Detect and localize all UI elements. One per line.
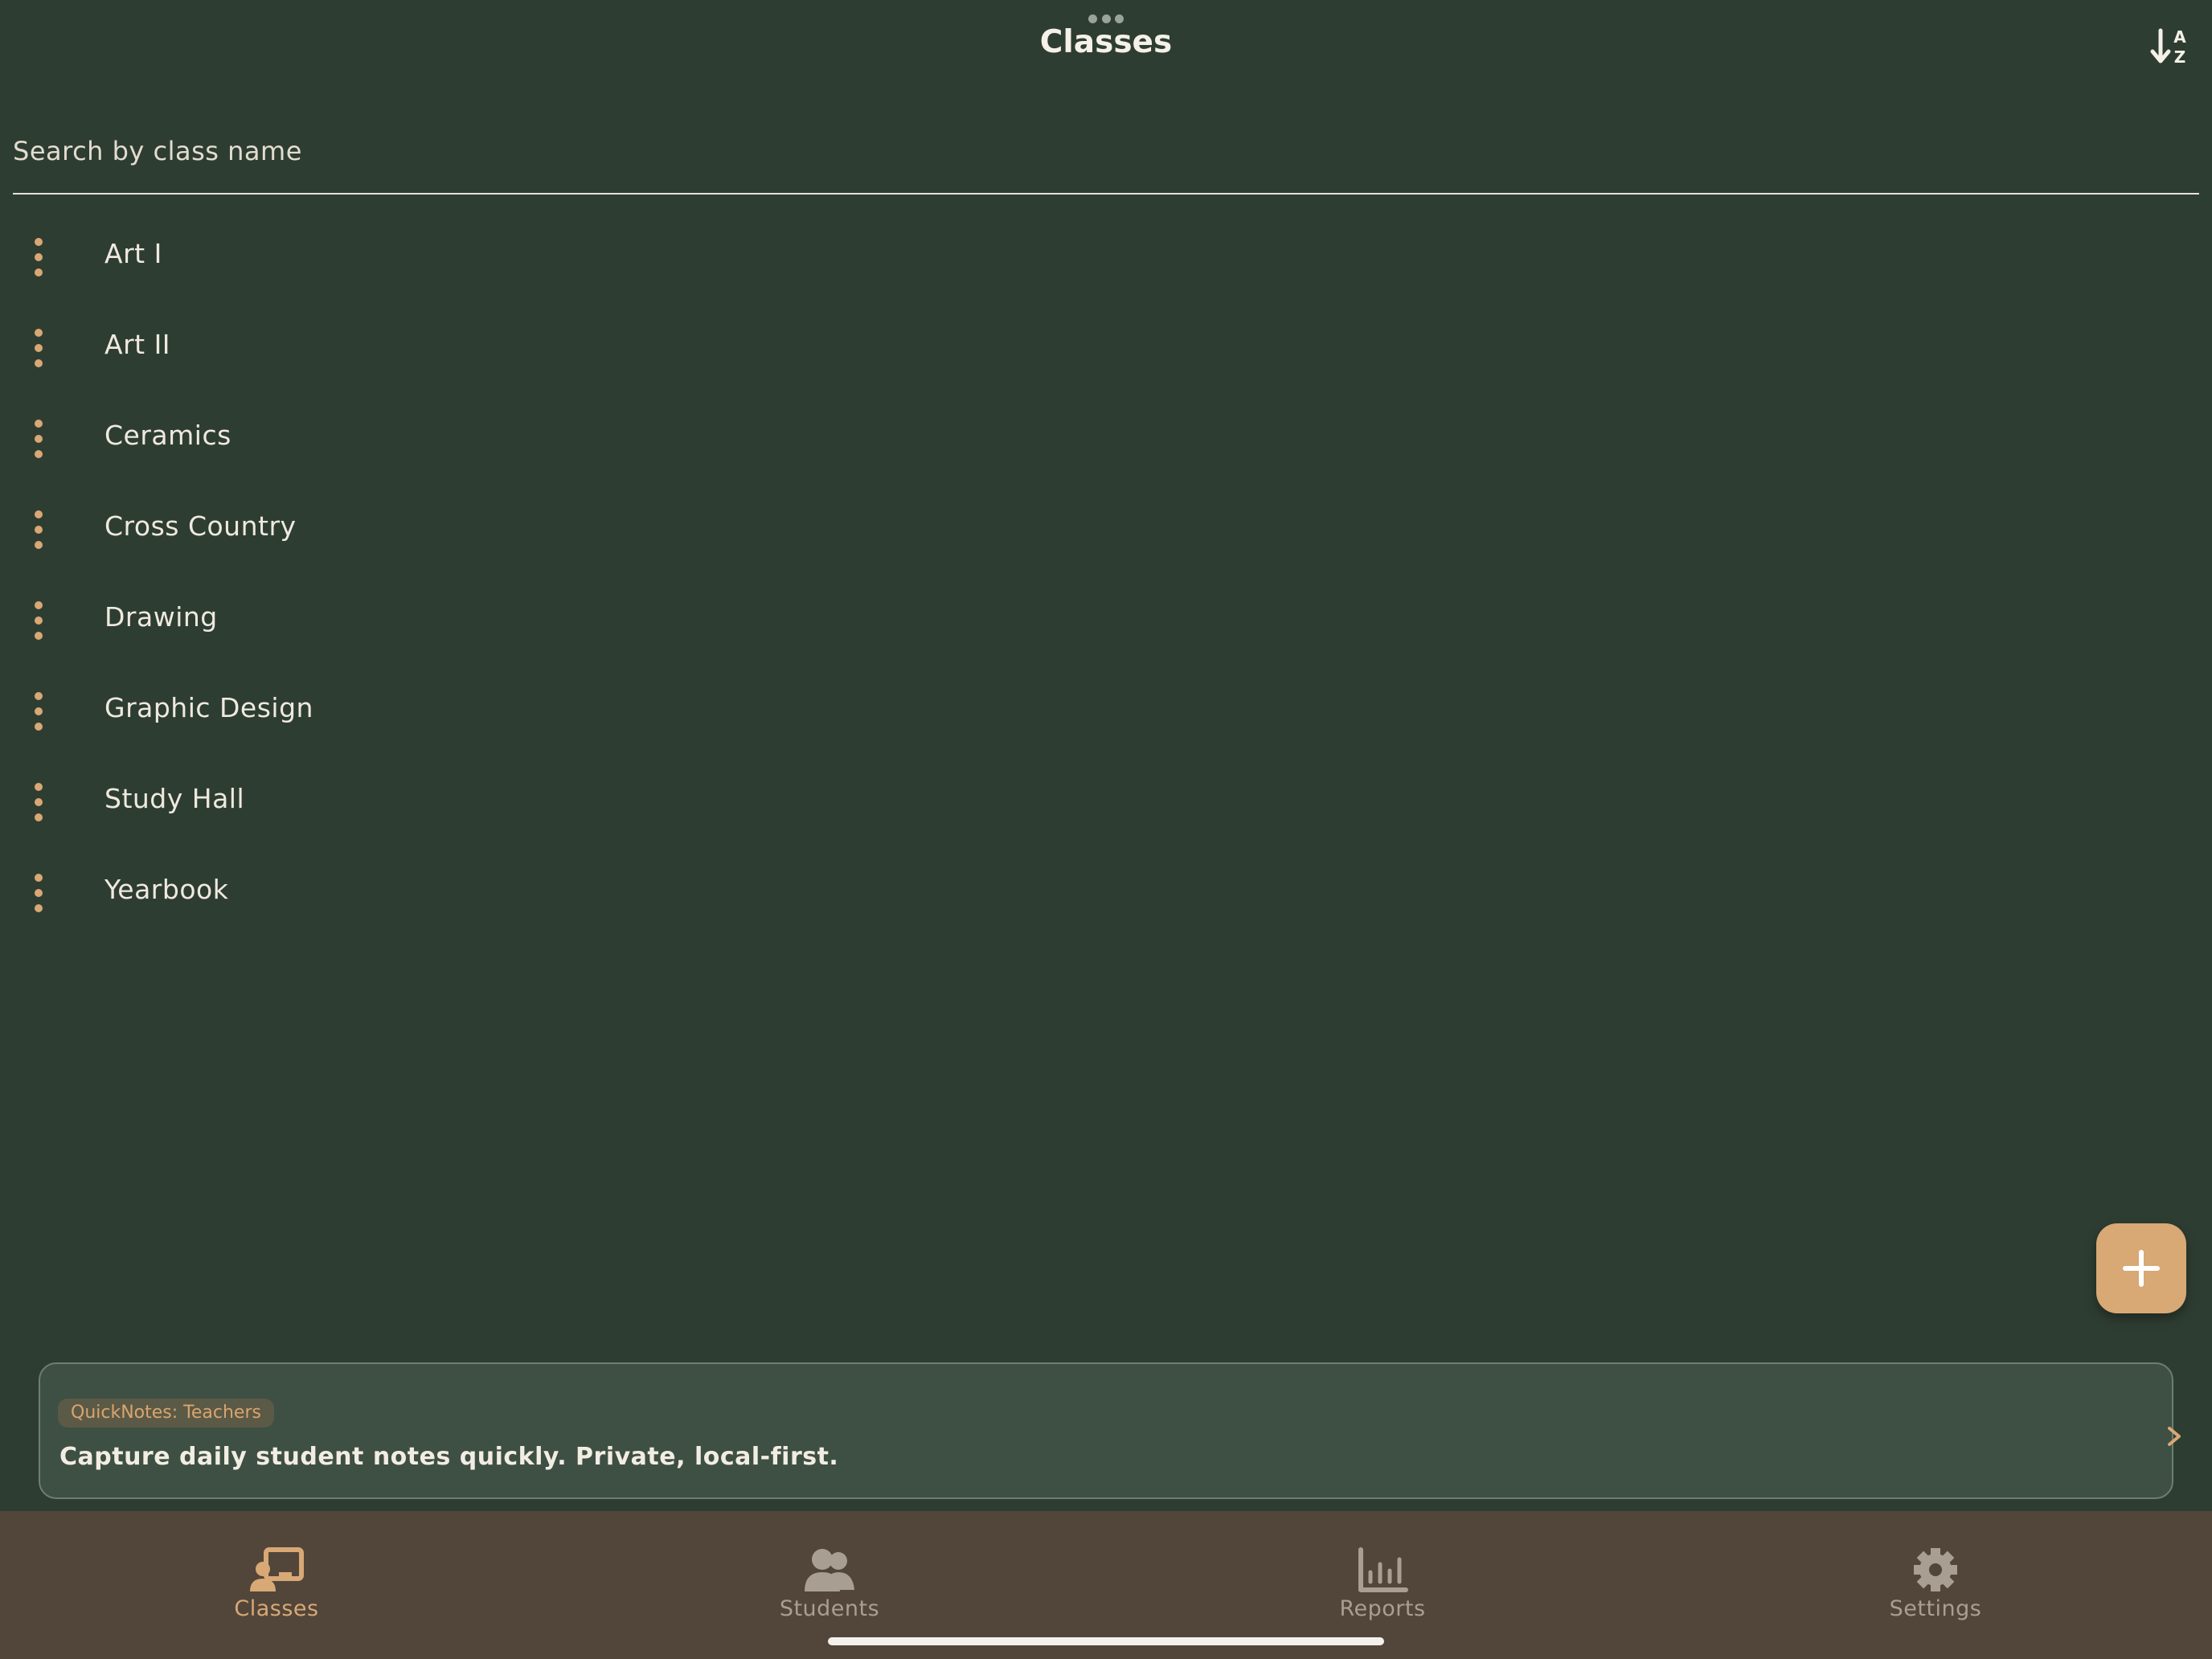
chevron-right-icon bbox=[2168, 1427, 2181, 1446]
list-item[interactable]: Graphic Design bbox=[0, 662, 2212, 752]
kebab-menu-icon bbox=[35, 692, 43, 731]
class-list: Art I Art II Ceramics Cross Country Draw… bbox=[0, 207, 2212, 934]
list-item[interactable]: Study Hall bbox=[0, 752, 2212, 843]
bar-chart-icon bbox=[1358, 1547, 1408, 1592]
multitask-handle[interactable] bbox=[1088, 14, 1124, 24]
promo-badge: QuickNotes: Teachers bbox=[58, 1399, 274, 1428]
home-indicator[interactable] bbox=[828, 1637, 1384, 1645]
kebab-menu-icon bbox=[35, 783, 43, 821]
sort-alpha-down-icon: A Z bbox=[2150, 27, 2186, 67]
tab-label: Settings bbox=[1889, 1596, 1982, 1621]
class-name: Drawing bbox=[104, 601, 218, 633]
dot bbox=[1115, 14, 1124, 23]
add-class-button[interactable] bbox=[2096, 1223, 2186, 1313]
classroom-icon bbox=[250, 1547, 304, 1591]
list-item[interactable]: Cross Country bbox=[0, 480, 2212, 571]
page-title: Classes bbox=[1039, 24, 1173, 60]
search-input[interactable] bbox=[13, 129, 2199, 174]
tab-settings[interactable]: Settings bbox=[1659, 1511, 2212, 1624]
class-name: Study Hall bbox=[104, 783, 245, 814]
list-item[interactable]: Yearbook bbox=[0, 843, 2212, 934]
tab-reports[interactable]: Reports bbox=[1106, 1511, 1659, 1624]
class-name: Art I bbox=[104, 238, 162, 269]
class-name: Graphic Design bbox=[104, 692, 313, 723]
more-options-button[interactable] bbox=[24, 600, 53, 641]
list-item[interactable]: Art I bbox=[0, 207, 2212, 298]
kebab-menu-icon bbox=[35, 874, 43, 912]
kebab-menu-icon bbox=[35, 420, 43, 458]
promo-text: Capture daily student notes quickly. Pri… bbox=[59, 1443, 839, 1471]
tab-label: Students bbox=[779, 1596, 880, 1621]
svg-text:Z: Z bbox=[2174, 47, 2186, 67]
class-name: Yearbook bbox=[104, 874, 229, 905]
tab-students[interactable]: Students bbox=[553, 1511, 1106, 1624]
plus-icon bbox=[2123, 1250, 2160, 1287]
tab-label: Classes bbox=[234, 1596, 319, 1621]
kebab-menu-icon bbox=[35, 329, 43, 367]
list-item[interactable]: Ceramics bbox=[0, 389, 2212, 480]
class-name: Ceramics bbox=[104, 420, 231, 451]
list-item[interactable]: Art II bbox=[0, 298, 2212, 389]
more-options-button[interactable] bbox=[24, 781, 53, 823]
list-item[interactable]: Drawing bbox=[0, 571, 2212, 662]
more-options-button[interactable] bbox=[24, 690, 53, 732]
more-options-button[interactable] bbox=[24, 418, 53, 460]
class-name: Art II bbox=[104, 329, 171, 360]
tab-bar: Classes Students Reports Settings bbox=[0, 1511, 2212, 1659]
class-name: Cross Country bbox=[104, 510, 297, 542]
top-bar: Classes A Z bbox=[0, 0, 2212, 80]
promo-banner[interactable]: QuickNotes: Teachers Capture daily stude… bbox=[39, 1362, 2181, 1499]
search-field bbox=[13, 121, 2199, 195]
svg-text:A: A bbox=[2173, 27, 2186, 47]
more-options-button[interactable] bbox=[24, 236, 53, 278]
kebab-menu-icon bbox=[35, 510, 43, 549]
kebab-menu-icon bbox=[35, 601, 43, 640]
dot bbox=[1101, 14, 1111, 23]
tab-label: Reports bbox=[1339, 1596, 1426, 1621]
kebab-menu-icon bbox=[35, 238, 43, 276]
dot bbox=[1088, 14, 1097, 23]
more-options-button[interactable] bbox=[24, 509, 53, 551]
sort-button[interactable]: A Z bbox=[2148, 24, 2193, 69]
more-options-button[interactable] bbox=[24, 327, 53, 369]
more-options-button[interactable] bbox=[24, 872, 53, 914]
gear-icon bbox=[1914, 1548, 1957, 1591]
people-icon bbox=[805, 1549, 854, 1591]
tab-classes[interactable]: Classes bbox=[0, 1511, 553, 1624]
